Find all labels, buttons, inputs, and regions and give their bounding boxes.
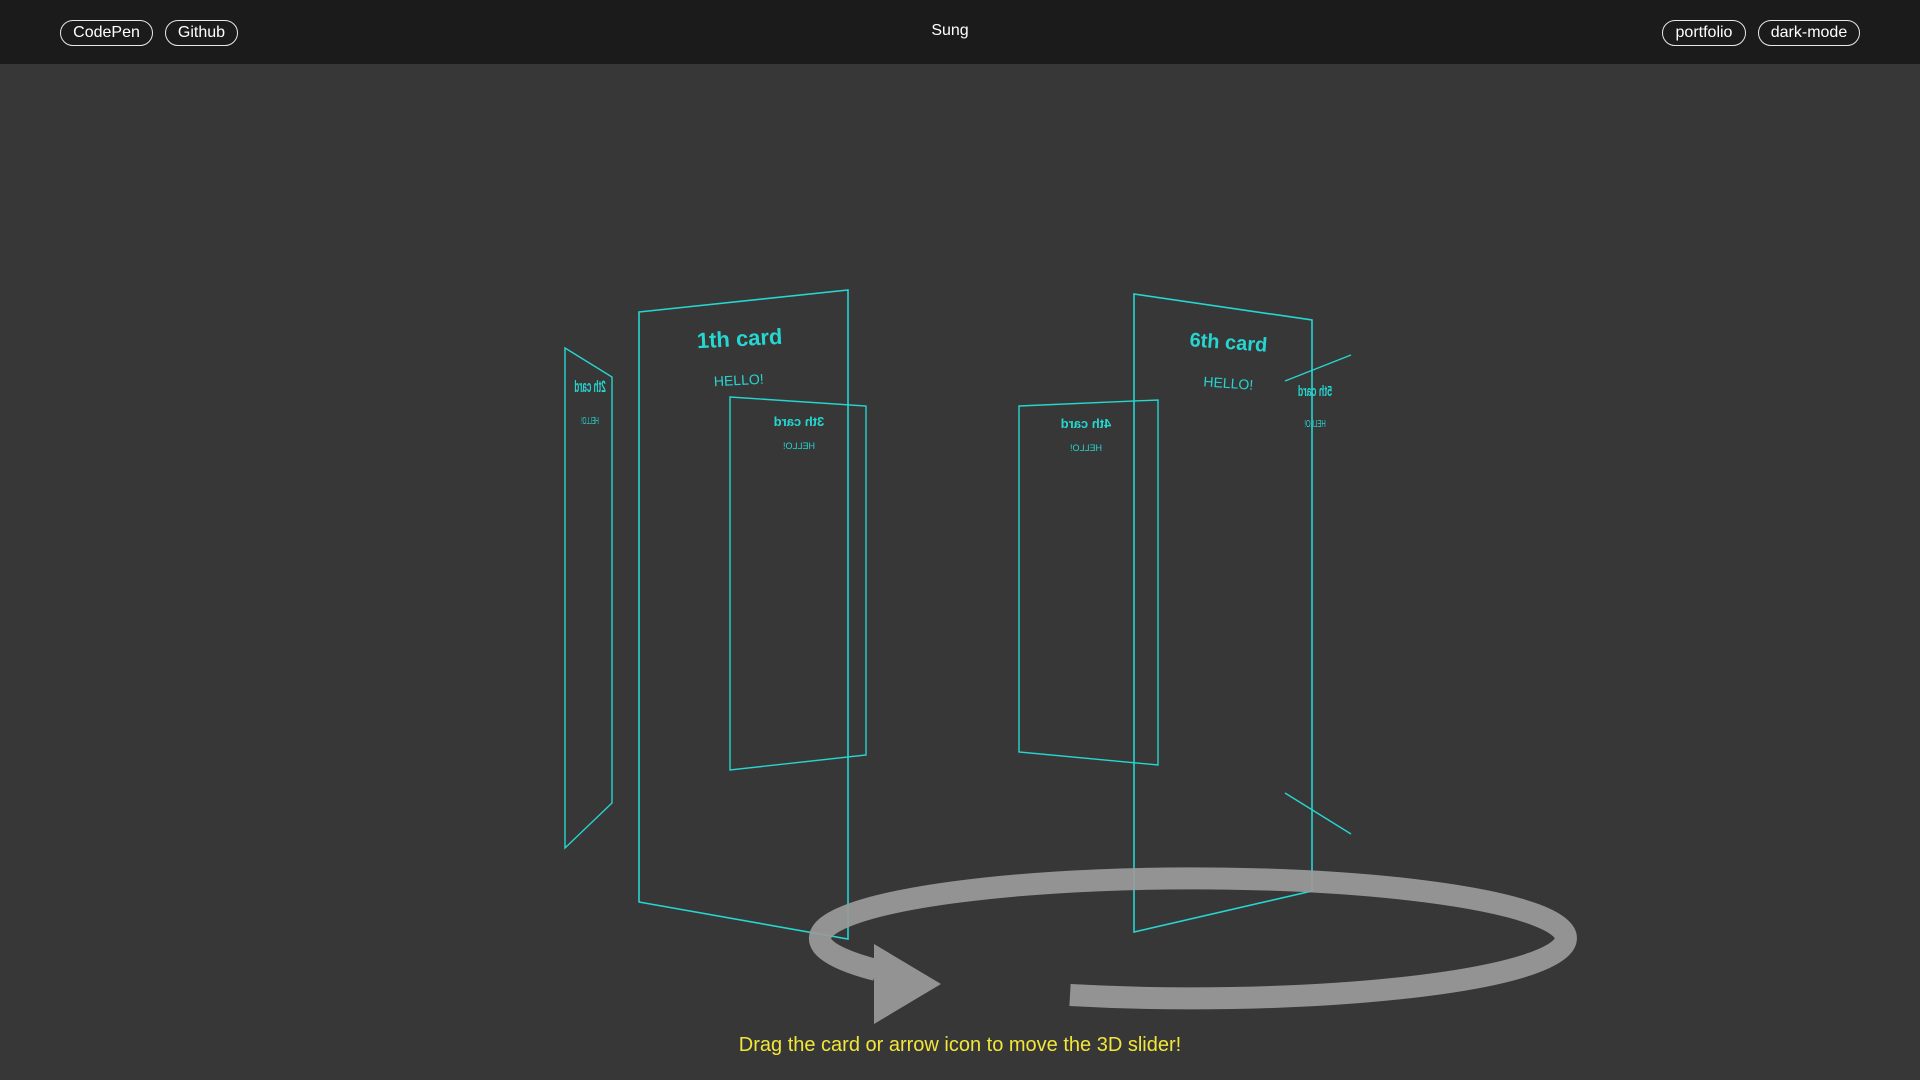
card-1[interactable]: 1th card HELLO! bbox=[638, 289, 849, 940]
card-5[interactable]: 5th card HELLO! bbox=[1284, 354, 1352, 835]
card-3[interactable]: 3th card HELLO! bbox=[729, 396, 867, 771]
card-2-title: 2th card bbox=[574, 377, 605, 396]
card-1-text: HELLO! bbox=[713, 371, 764, 390]
card-6[interactable]: 6th card HELLO! bbox=[1133, 293, 1313, 934]
card-4[interactable]: 4th card HELLO! bbox=[1018, 399, 1159, 766]
card-3-text: HELLO! bbox=[783, 441, 815, 451]
card-1-title: 1th card bbox=[696, 324, 783, 353]
card-5-title: 5th card bbox=[1298, 383, 1332, 400]
card-2[interactable]: 2th card HELLO! bbox=[564, 346, 613, 850]
circular-arrow-icon[interactable] bbox=[808, 867, 1577, 1024]
card-3-title: 3th card bbox=[774, 414, 825, 429]
card-5-text: HELLO! bbox=[1304, 419, 1325, 430]
card-6-title: 6th card bbox=[1189, 329, 1268, 356]
card-6-text: HELLO! bbox=[1203, 373, 1254, 392]
card-4-title: 4th card bbox=[1061, 416, 1112, 431]
card-2-text: HELLO! bbox=[581, 415, 599, 426]
card-4-text: HELLO! bbox=[1070, 443, 1102, 453]
drag-instruction-text: Drag the card or arrow icon to move the … bbox=[738, 1034, 1182, 1056]
3d-card-carousel: 2th card HELLO! 3th card HELLO! 4th card… bbox=[564, 289, 1577, 1024]
